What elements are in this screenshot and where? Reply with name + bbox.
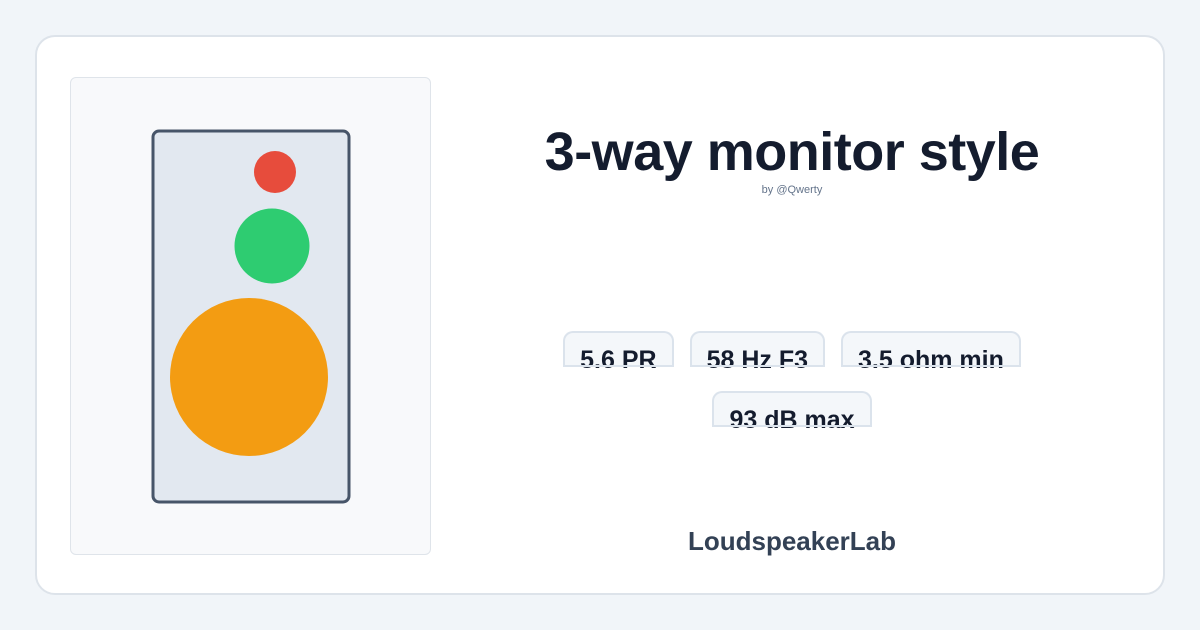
author-byline: by @Qwerty	[761, 184, 823, 196]
preview-card: 3-way monitor style by @Qwerty 5.6 PR 58…	[35, 35, 1165, 595]
spec-chip-pr: 5.6 PR	[563, 331, 675, 373]
spec-chip-max-spl: 93 dB max	[712, 391, 872, 433]
woofer-driver	[170, 298, 328, 456]
spec-chip-label: 3.5 ohm min	[858, 346, 1004, 374]
spec-chip-label: 93 dB max	[729, 406, 855, 434]
midrange-driver	[234, 208, 310, 284]
brand-name: LoudspeakerLab	[687, 526, 897, 556]
spec-chip-impedance: 3.5 ohm min	[841, 331, 1021, 373]
spec-chips: 5.6 PR 58 Hz F3 3.5 ohm min 93 dB max	[527, 331, 1057, 433]
spec-chip-label: 5.6 PR	[580, 346, 657, 374]
speaker-illustration	[70, 77, 431, 555]
tweeter-driver	[254, 151, 296, 193]
spec-chip-label: 58 Hz F3	[706, 346, 808, 374]
page-title: 3-way monitor style	[544, 122, 1040, 182]
spec-chip-f3: 58 Hz F3	[689, 331, 826, 373]
speaker-drawing	[151, 129, 351, 504]
